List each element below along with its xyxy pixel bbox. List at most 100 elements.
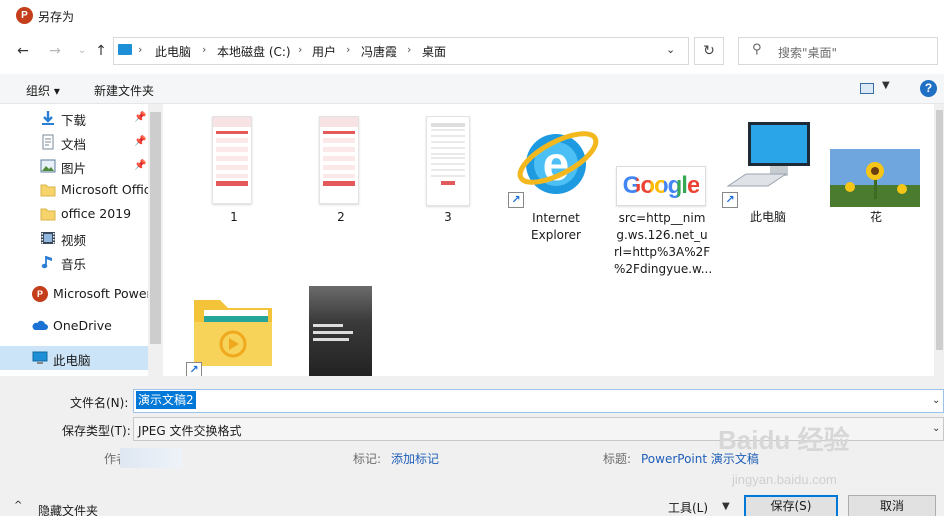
folder-icon — [40, 184, 56, 197]
nav-label: office 2019 — [61, 206, 132, 221]
nav-item-downloads[interactable]: 下载 📌 — [0, 106, 148, 130]
chevron-right-icon[interactable]: › — [202, 43, 206, 56]
file-name: src=http__nim g.ws.126.net_u rl=http%3A%… — [614, 211, 713, 276]
file-name: 花 — [869, 210, 882, 224]
file-item[interactable]: ↗ 此电脑 — [720, 112, 816, 232]
filename-dropdown-icon[interactable]: ⌄ — [932, 395, 940, 406]
computer-icon — [118, 44, 132, 55]
pin-icon[interactable]: 📌 — [134, 136, 146, 147]
file-scrollbar-thumb[interactable] — [936, 110, 943, 350]
document-icon — [42, 134, 54, 150]
breadcrumb-item[interactable]: 冯唐霞 — [361, 43, 397, 60]
breadcrumb-item[interactable]: 用户 — [312, 43, 336, 60]
organize-button[interactable]: 组织 ▾ — [26, 82, 60, 99]
powerpoint-app-icon: P — [16, 7, 33, 24]
nav-label: 视频 — [61, 233, 87, 248]
pictures-icon — [40, 159, 56, 173]
google-thumbnail: Google — [616, 166, 706, 206]
address-bar[interactable] — [113, 37, 689, 65]
new-folder-button[interactable]: 新建文件夹 — [94, 82, 154, 99]
search-input[interactable] — [738, 37, 938, 65]
google-logo-text: Google — [622, 172, 701, 199]
file-thumbnail — [426, 116, 470, 206]
file-item[interactable]: e ↗ Internet Explorer — [508, 112, 604, 252]
file-item[interactable]: ↗ — [186, 284, 282, 378]
chevron-right-icon[interactable]: › — [138, 43, 142, 56]
baidu-watermark-url: jingyan.baidu.com — [732, 472, 837, 487]
tools-dropdown-icon[interactable]: ▼ — [722, 501, 730, 512]
computer-monitor-icon — [726, 122, 810, 187]
nav-label: OneDrive — [53, 318, 112, 333]
address-dropdown-icon[interactable]: ⌄ — [666, 43, 675, 56]
navigation-pane: 下载 📌 文档 📌 图片 📌 Microsoft Office office 2… — [0, 104, 163, 376]
file-name: 3 — [444, 210, 452, 224]
save-button[interactable]: 保存(S) — [744, 495, 838, 516]
nav-label: Microsoft PowerPoint — [53, 286, 163, 301]
nav-item-ms-office[interactable]: Microsoft Office — [0, 178, 158, 202]
file-name: 2 — [337, 210, 345, 224]
file-item[interactable]: 3 — [410, 112, 486, 232]
pin-icon[interactable]: 📌 — [134, 112, 146, 123]
nav-label: 图片 — [61, 161, 87, 176]
view-options-icon[interactable] — [860, 83, 874, 94]
nav-label: 下载 — [61, 113, 87, 128]
nav-item-office-2019[interactable]: office 2019 — [0, 202, 148, 226]
forward-arrow-icon[interactable]: → — [46, 42, 64, 60]
nav-label: 音乐 — [61, 257, 87, 272]
tags-label: 标记: — [353, 452, 382, 466]
video-thumbnail — [309, 286, 372, 376]
nav-item-onedrive[interactable]: OneDrive — [0, 314, 148, 338]
filename-value[interactable]: 演示文稿2 — [136, 391, 196, 409]
file-name: 1 — [230, 210, 238, 224]
file-item[interactable]: 2 — [303, 112, 379, 232]
shortcut-arrow-icon: ↗ — [508, 192, 524, 208]
search-icon: ⚲ — [752, 42, 762, 57]
author-value-blurred[interactable] — [120, 448, 182, 468]
nav-item-this-pc[interactable]: 此电脑 — [0, 346, 148, 370]
refresh-icon[interactable]: ↻ — [694, 37, 724, 65]
pin-icon[interactable]: 📌 — [134, 160, 146, 171]
file-thumbnail — [319, 116, 359, 204]
breadcrumb-item[interactable]: 此电脑 — [155, 43, 191, 60]
save-type-label: 保存类型(T): — [62, 424, 131, 438]
nav-scrollbar-thumb[interactable] — [150, 112, 161, 344]
folder-icon — [40, 208, 56, 221]
file-item[interactable]: 1 — [196, 112, 272, 232]
recent-dropdown-icon[interactable]: ⌄ — [73, 42, 91, 60]
breadcrumb-item[interactable]: 桌面 — [422, 43, 446, 60]
nav-item-music[interactable]: 音乐 — [0, 250, 148, 274]
onedrive-cloud-icon — [32, 320, 48, 330]
view-dropdown-icon[interactable]: ▼ — [882, 80, 890, 91]
breadcrumb-item[interactable]: 本地磁盘 (C:) — [217, 43, 291, 60]
nav-item-pictures[interactable]: 图片 📌 — [0, 154, 148, 178]
nav-item-powerpoint[interactable]: P Microsoft PowerPoint — [0, 282, 163, 306]
nav-label: 此电脑 — [53, 353, 91, 368]
cancel-button[interactable]: 取消 — [848, 495, 936, 516]
music-note-icon — [41, 256, 52, 269]
save-type-dropdown-icon[interactable]: ⌄ — [932, 423, 940, 434]
hide-folders-button[interactable]: 隐藏文件夹 — [38, 502, 98, 516]
chevron-right-icon[interactable]: › — [298, 43, 302, 56]
nav-item-videos[interactable]: 视频 — [0, 226, 148, 250]
add-tags-link[interactable]: 添加标记 — [391, 450, 439, 467]
file-item[interactable]: 花 — [828, 112, 924, 232]
file-item[interactable] — [308, 284, 378, 376]
file-thumbnail — [212, 116, 252, 204]
tools-menu-button[interactable]: 工具(L) — [668, 499, 708, 516]
download-icon — [42, 111, 54, 125]
video-icon — [41, 232, 55, 244]
chevron-right-icon[interactable]: › — [346, 43, 350, 56]
nav-item-documents[interactable]: 文档 📌 — [0, 130, 148, 154]
powerpoint-icon: P — [32, 286, 48, 302]
save-type-value: JPEG 文件交换格式 — [138, 424, 242, 438]
title-bar — [0, 0, 944, 32]
help-icon[interactable]: ? — [920, 80, 937, 97]
chevron-up-icon[interactable]: ^ — [14, 500, 22, 511]
filename-field[interactable] — [133, 389, 944, 413]
up-arrow-icon[interactable]: ↑ — [92, 42, 110, 60]
chevron-right-icon[interactable]: › — [407, 43, 411, 56]
title-label: 标题: — [603, 452, 632, 466]
back-arrow-icon[interactable]: ← — [14, 42, 32, 60]
sunflower-thumbnail — [830, 149, 920, 207]
file-item[interactable]: Google src=http__nim g.ws.126.net_u rl=h… — [614, 112, 713, 282]
